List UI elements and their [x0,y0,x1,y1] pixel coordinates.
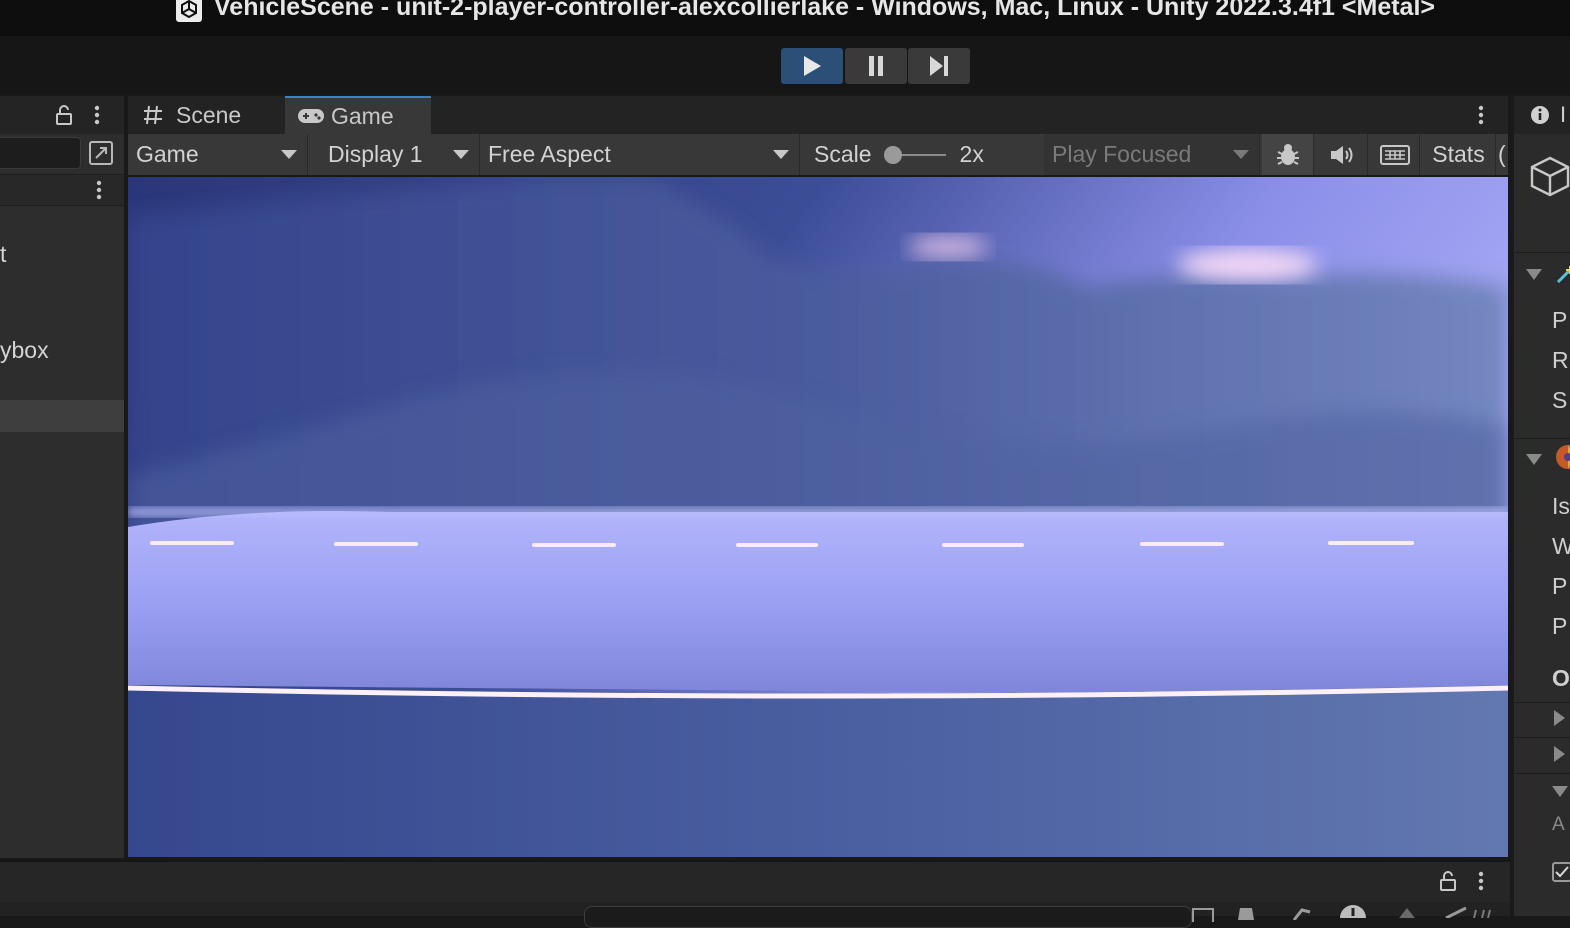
component-checkbox[interactable] [1552,862,1570,882]
alert-icon[interactable] [1396,908,1418,918]
more-options-icon[interactable] [1476,104,1486,126]
inspector-field-label: A [1552,814,1565,835]
more-options-icon[interactable] [1476,870,1486,892]
main-toolbar [0,36,1570,94]
keyboard-icon [1379,144,1410,165]
hierarchy-search-input[interactable] [0,137,81,169]
scene-view-toggle-icon[interactable] [88,140,114,166]
play-button[interactable] [781,48,843,84]
play-icon [804,56,821,76]
divider [1514,252,1570,253]
divider [1514,702,1570,703]
transform-icon [1556,266,1570,284]
chevron-down-icon [773,150,789,159]
collapse-triangle-icon[interactable] [1526,454,1542,465]
pause-button[interactable] [845,48,907,84]
inspector-tab-label: I [1560,102,1567,127]
inspector-field-label: S [1552,387,1568,413]
visibility-count-icon[interactable] [1444,906,1500,918]
scale-value: 2x [959,141,984,167]
expand-triangle-icon[interactable] [1554,746,1565,762]
inspector-panel: I P R S Is W P P O A [1512,96,1570,916]
mute-toggle[interactable] [1316,134,1368,175]
chevron-down-icon [281,150,297,159]
tab-label: Game [331,102,394,129]
inspector-field-label: W [1552,533,1570,560]
pause-icon [869,56,883,76]
scale-control: Scale 2x [802,134,1042,175]
hierarchy-header [0,96,124,134]
debug-toggle[interactable] [1262,134,1314,175]
project-search-input[interactable] [584,906,1192,928]
bottom-panel [0,860,1510,928]
game-view-dropdown[interactable]: Game [128,134,308,175]
camera-component-icon [1556,445,1570,469]
info-icon [1531,106,1549,124]
gamepad-icon [298,109,324,123]
aspect-dropdown[interactable]: Free Aspect [482,134,800,175]
gameobject-cube-icon [1530,156,1570,197]
shortcuts-toggle[interactable] [1370,134,1420,175]
gizmos-button[interactable]: ( [1498,134,1508,175]
step-icon [930,56,948,76]
collapse-triangle-icon[interactable] [1526,269,1542,280]
display-dropdown[interactable]: Display 1 [310,134,480,175]
aspect-dropdown-label: Free Aspect [488,141,611,167]
hierarchy-item[interactable]: t [0,239,124,269]
chevron-down-icon [1233,150,1249,159]
expand-triangle-icon[interactable] [1554,710,1565,726]
window-title-bar: VehicleScene - unit-2-player-controller-… [0,0,1570,36]
step-button[interactable] [908,48,970,84]
tab-scene[interactable]: Scene [142,96,282,134]
inspector-field-label: P [1552,307,1568,333]
hash-icon [144,105,162,125]
bottom-panel-header [0,862,1510,902]
hierarchy-scene-row[interactable] [0,174,124,206]
display-dropdown-label: Display 1 [328,141,423,167]
stats-button[interactable]: Stats [1422,134,1496,175]
inspector-field-label: Is [1552,493,1570,519]
divider [1514,438,1570,439]
gizmos-label-clipped: ( [1498,141,1506,167]
checkmark-icon [1555,866,1569,878]
more-options-icon[interactable] [94,179,104,201]
divider [1514,737,1570,738]
game-viewport[interactable] [128,177,1508,857]
editor-tab-bar: Scene Game [128,96,1508,134]
window-title: VehicleScene - unit-2-player-controller-… [214,0,1436,21]
lock-icon[interactable] [1438,870,1458,892]
scale-slider[interactable] [882,144,948,166]
tag-icon[interactable] [1290,906,1312,920]
speaker-icon [1330,145,1352,164]
hierarchy-panel: t ybox [0,96,124,858]
bug-icon [1276,143,1299,165]
lock-icon[interactable] [54,104,74,126]
tab-game[interactable]: Game [285,96,431,134]
divider [1514,773,1570,774]
play-mode-dropdown[interactable]: Play Focused [1044,134,1260,175]
inspector-field-label: O [1552,665,1570,691]
chevron-down-icon [453,150,469,159]
unity-logo-icon [176,0,202,22]
game-render-image [128,177,1508,857]
collapse-triangle-icon[interactable] [1552,786,1568,797]
inspector-field-label: R [1552,347,1569,373]
filter-icon[interactable] [1192,908,1214,922]
inspector-field-label: P [1552,613,1568,639]
more-options-icon[interactable] [92,104,102,126]
stats-label: Stats [1432,141,1485,167]
hierarchy-item[interactable]: ybox [0,335,124,365]
hierarchy-item-selected[interactable] [0,400,124,432]
game-view-dropdown-label: Game [136,141,199,167]
inspector-field-label: P [1552,573,1568,599]
game-view-controls: Game Display 1 Free Aspect Scale 2x Play… [128,134,1508,176]
scale-label: Scale [814,141,872,167]
inspector-tab[interactable]: I [1514,96,1570,134]
tab-label: Scene [176,101,242,128]
play-mode-dropdown-label: Play Focused [1052,141,1192,167]
label-icon[interactable] [1236,906,1256,920]
